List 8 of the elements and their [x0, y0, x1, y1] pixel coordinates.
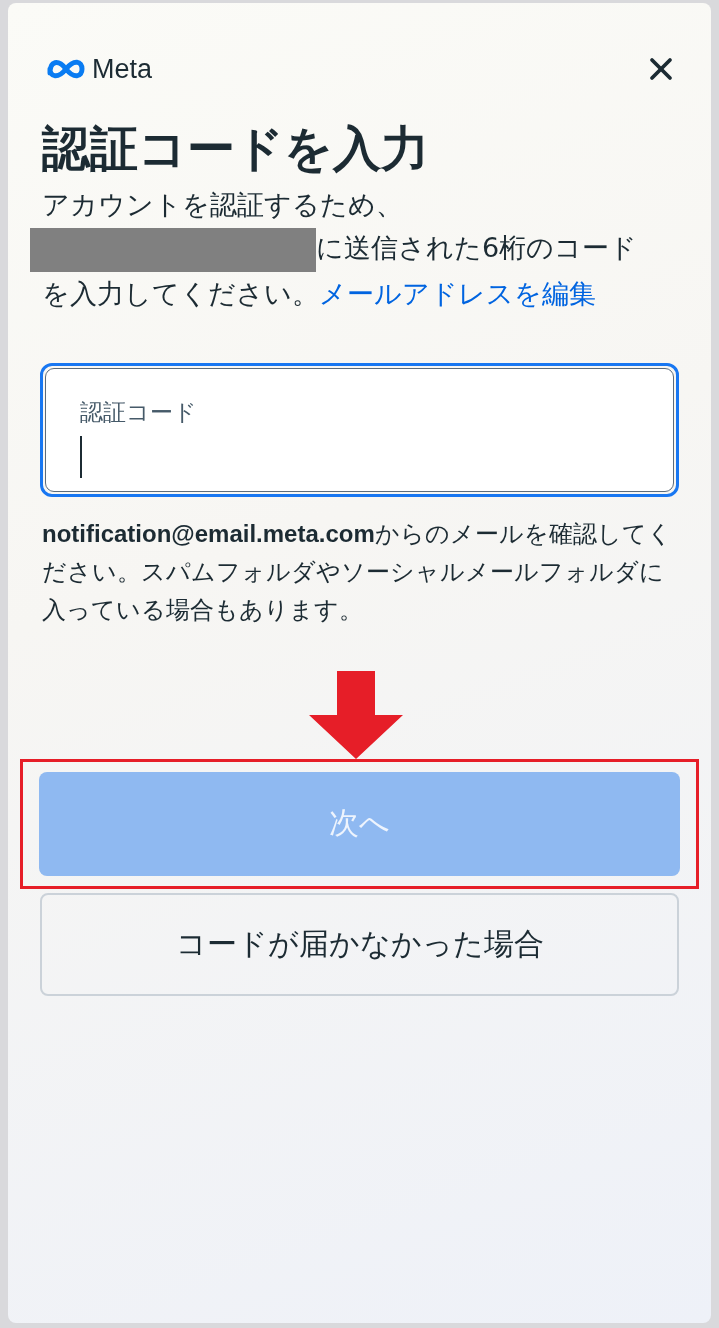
- edit-email-link[interactable]: メールアドレスを編集: [319, 277, 596, 309]
- code-input-field[interactable]: 認証コード: [40, 362, 679, 497]
- code-not-received-button[interactable]: コードが届かなかった場合: [40, 892, 679, 996]
- page-title: 認証コードを入力: [42, 119, 430, 178]
- description-text: アカウントを認証するため、 に送信された6桁のコードを入力してください。メールアドレスを編集: [42, 183, 639, 315]
- brand-name: Meta: [92, 53, 153, 85]
- logo-icon: [46, 57, 86, 81]
- help-text: notification@email.meta.comからのメールを確認してください。スパムフォルダやソーシャルメールフォルダに入っている場合もあります。: [42, 518, 673, 625]
